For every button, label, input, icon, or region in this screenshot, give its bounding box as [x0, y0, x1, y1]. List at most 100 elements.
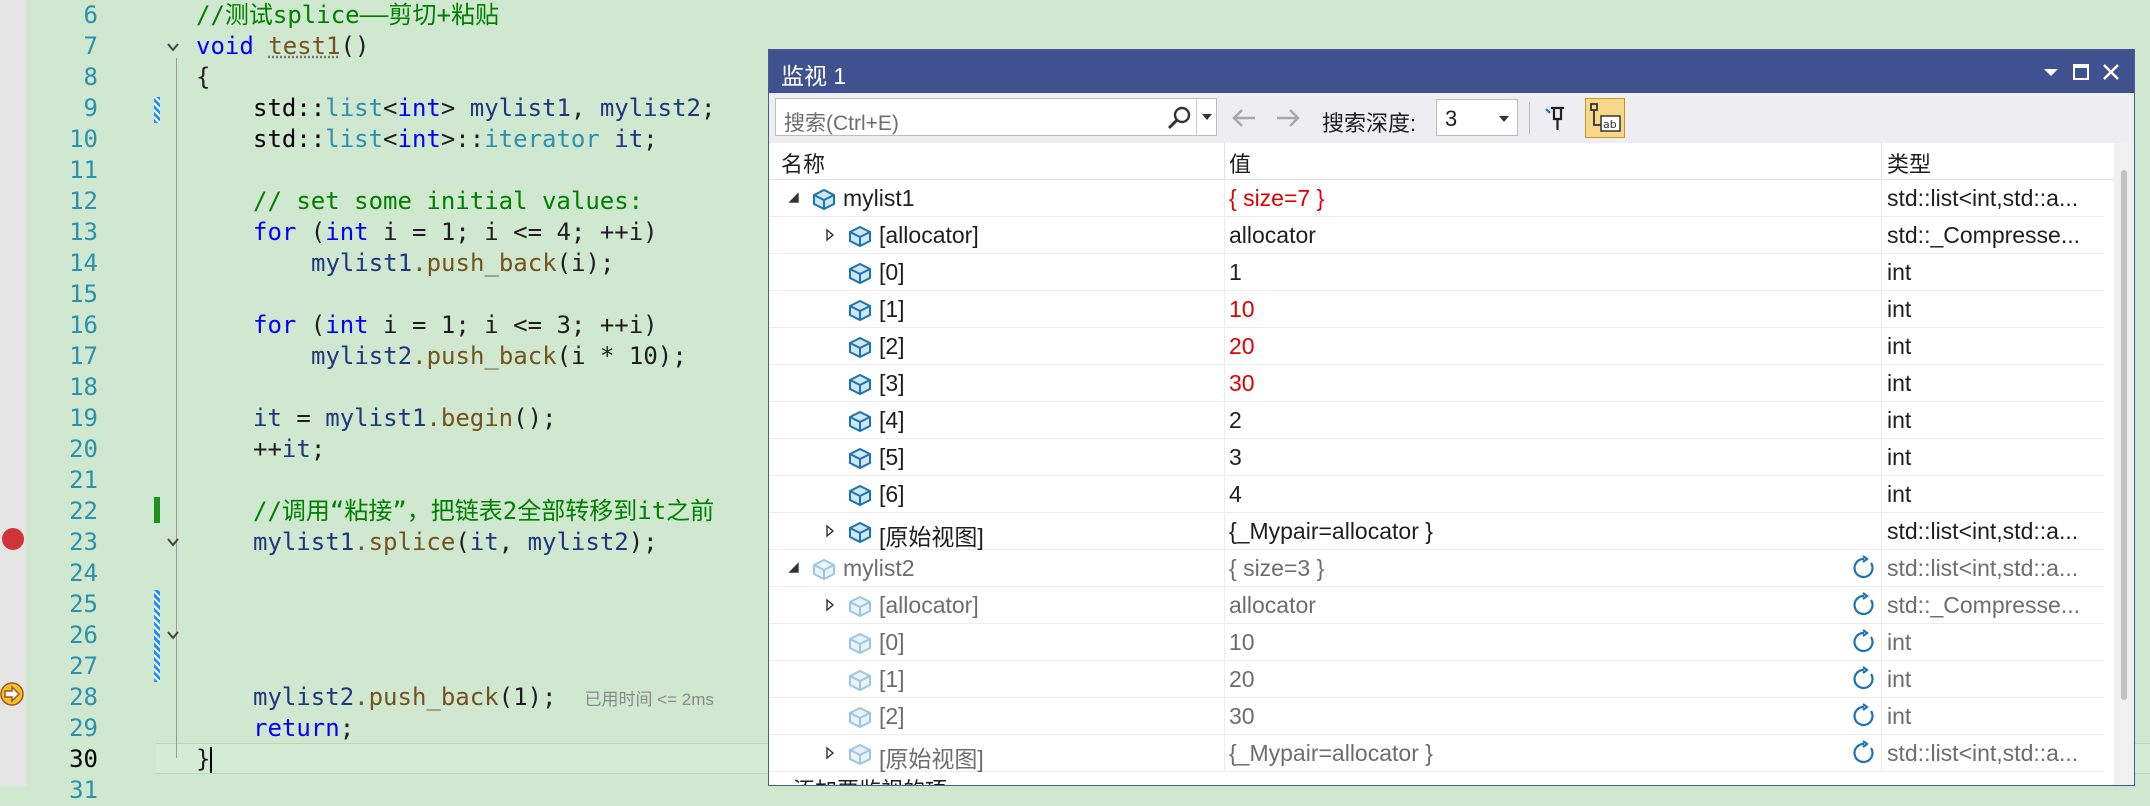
watch-row[interactable]: [4] 2 int	[769, 402, 2104, 439]
watch-row[interactable]: [1] 10 int	[769, 291, 2104, 328]
code-line[interactable]: for (int i = 1; i <= 3; ++i)	[253, 310, 658, 341]
watch-window[interactable]: 监视 1 搜索(Ctrl+E) 搜索深度: 3 ab 名称 值 类型 mylis…	[768, 49, 2135, 786]
code-line[interactable]: mylist2.push_back(i * 10);	[311, 341, 687, 372]
watch-grid[interactable]: 名称 值 类型 mylist1{ size=7 } std::list<int,s…	[769, 143, 2114, 785]
perf-tip[interactable]: 已用时间 <= 2ms	[584, 690, 713, 709]
refresh-icon[interactable]	[1851, 703, 1877, 729]
code-line[interactable]: for (int i = 1; i <= 4; ++i)	[253, 217, 658, 248]
watch-item-value[interactable]: { size=7 }	[1229, 185, 1829, 212]
watch-row[interactable]: [2] 20 int	[769, 328, 2104, 365]
pin-icon[interactable]	[1542, 103, 1572, 133]
watch-row[interactable]: mylist2 { size=3 } std::list<int,std::a...	[769, 550, 2104, 587]
collapsed-triangle-icon[interactable]	[823, 746, 837, 760]
watch-item-name[interactable]: [原始视图]	[879, 518, 984, 552]
watch-item-value[interactable]: {_Mypair=allocator }	[1229, 740, 1829, 767]
collapsed-triangle-icon[interactable]	[823, 598, 837, 612]
code-line[interactable]: //测试splice——剪切+粘贴	[196, 0, 499, 31]
column-header-value[interactable]: 值	[1229, 147, 1251, 179]
code-line[interactable]: mylist1.splice(it, mylist2);	[253, 527, 658, 558]
watch-item-value[interactable]: 20	[1229, 666, 1829, 693]
watch-item-type[interactable]: int	[1887, 259, 2099, 286]
watch-row[interactable]: [原始视图] {_Mypair=allocator } std::list<int,…	[769, 513, 2104, 550]
watch-row[interactable]: [allocator] allocator std::_Compresse...	[769, 587, 2104, 624]
watch-item-value[interactable]: 30	[1229, 703, 1829, 730]
watch-item-type[interactable]: int	[1887, 444, 2099, 471]
code-line[interactable]: mylist1.push_back(i);	[311, 248, 614, 279]
code-line[interactable]: mylist2.push_back(1); 已用时间 <= 2ms	[253, 682, 714, 715]
search-box[interactable]: 搜索(Ctrl+E)	[775, 98, 1217, 136]
watch-row[interactable]: [2] 30 int	[769, 698, 2104, 735]
watch-item-name[interactable]: [0]	[879, 629, 905, 656]
watch-item-type[interactable]: int	[1887, 370, 2099, 397]
watch-item-value[interactable]: {_Mypair=allocator }	[1229, 518, 1829, 545]
watch-item-type[interactable]: std::_Compresse...	[1887, 222, 2099, 249]
search-input[interactable]: 搜索(Ctrl+E)	[784, 107, 899, 137]
expanded-triangle-icon[interactable]	[787, 561, 801, 575]
watch-row[interactable]: [0] 1 int	[769, 254, 2104, 291]
back-arrow-icon[interactable]	[1227, 103, 1261, 133]
watch-item-type[interactable]: int	[1887, 666, 2099, 693]
code-line[interactable]: void test1()	[196, 31, 369, 62]
watch-item-name[interactable]: [1]	[879, 666, 905, 693]
watch-item-value[interactable]: allocator	[1229, 592, 1829, 619]
collapse-icon[interactable]	[166, 40, 180, 54]
code-line[interactable]: }	[196, 744, 213, 775]
watch-item-name[interactable]: [allocator]	[879, 592, 979, 619]
watch-item-name[interactable]: [6]	[879, 481, 905, 508]
refresh-icon[interactable]	[1851, 666, 1877, 692]
watch-row[interactable]: [0] 10 int	[769, 624, 2104, 661]
code-line[interactable]: ++it;	[253, 434, 325, 465]
watch-item-type[interactable]: int	[1887, 296, 2099, 323]
watch-item-value[interactable]: 10	[1229, 629, 1829, 656]
watch-item-type[interactable]: std::_Compresse...	[1887, 592, 2099, 619]
watch-item-value[interactable]: 3	[1229, 444, 1829, 471]
watch-item-name[interactable]: [2]	[879, 333, 905, 360]
watch-item-value[interactable]: { size=3 }	[1229, 555, 1829, 582]
search-options-dropdown[interactable]	[1196, 99, 1217, 135]
watch-row[interactable]: mylist1 { size=7 } std::list<int,std::a...	[769, 180, 2104, 217]
code-line[interactable]: {	[196, 62, 210, 93]
watch-item-value[interactable]: 1	[1229, 259, 1829, 286]
watch-item-type[interactable]: int	[1887, 481, 2099, 508]
refresh-icon[interactable]	[1851, 740, 1877, 766]
close-icon[interactable]	[2097, 58, 2125, 86]
watch-item-type[interactable]: std::list<int,std::a...	[1887, 555, 2099, 582]
watch-item-value[interactable]: 2	[1229, 407, 1829, 434]
maximize-icon[interactable]	[2067, 58, 2095, 86]
watch-title-bar[interactable]: 监视 1	[769, 50, 2134, 93]
watch-item-name[interactable]: [4]	[879, 407, 905, 434]
collapsed-triangle-icon[interactable]	[823, 228, 837, 242]
watch-item-value[interactable]: 10	[1229, 296, 1829, 323]
watch-item-type[interactable]: std::list<int,std::a...	[1887, 740, 2099, 767]
watch-item-name[interactable]: [1]	[879, 296, 905, 323]
scrollbar-thumb[interactable]	[2121, 170, 2127, 700]
code-line[interactable]: return;	[253, 713, 354, 744]
watch-item-name[interactable]: [原始视图]	[879, 740, 984, 774]
hex-display-toggle[interactable]: ab	[1585, 98, 1625, 138]
watch-item-name[interactable]: [2]	[879, 703, 905, 730]
watch-item-value[interactable]: 4	[1229, 481, 1829, 508]
refresh-icon[interactable]	[1851, 629, 1877, 655]
watch-item-name[interactable]: [5]	[879, 444, 905, 471]
watch-item-value[interactable]: allocator	[1229, 222, 1829, 249]
window-dropdown-icon[interactable]	[2037, 58, 2065, 86]
column-divider[interactable]	[1881, 143, 1882, 179]
watch-item-value[interactable]: 20	[1229, 333, 1829, 360]
watch-item-type[interactable]: std::list<int,std::a...	[1887, 518, 2099, 545]
watch-item-name[interactable]: [0]	[879, 259, 905, 286]
breakpoint-icon[interactable]	[2, 528, 24, 550]
collapse-icon[interactable]	[166, 628, 180, 642]
collapsed-triangle-icon[interactable]	[823, 524, 837, 538]
watch-row[interactable]: [原始视图] {_Mypair=allocator } std::list<int,…	[769, 735, 2104, 772]
watch-row[interactable]: [allocator] allocator std::_Compresse...	[769, 217, 2104, 254]
indicator-margin[interactable]	[0, 0, 26, 786]
watch-item-name[interactable]: [3]	[879, 370, 905, 397]
code-line[interactable]: it = mylist1.begin();	[253, 403, 556, 434]
watch-item-type[interactable]: int	[1887, 333, 2099, 360]
watch-item-name[interactable]: mylist1	[843, 185, 915, 212]
code-line[interactable]: std::list<int>::iterator it;	[253, 124, 658, 155]
forward-arrow-icon[interactable]	[1271, 103, 1305, 133]
code-line[interactable]: //调用“粘接”，把链表2全部转移到it之前	[253, 496, 714, 527]
search-icon[interactable]	[1166, 105, 1192, 131]
add-watch-item-text[interactable]: 添加要监视的项	[793, 773, 947, 785]
